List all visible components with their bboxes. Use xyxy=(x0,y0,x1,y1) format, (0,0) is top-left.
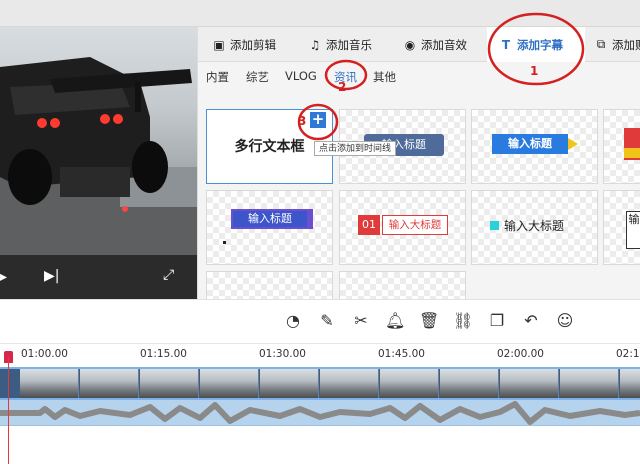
ruler-label: 01:00.00 xyxy=(21,348,68,360)
video-thumbnail xyxy=(20,369,79,398)
ruler-label: 01:45.00 xyxy=(378,348,425,360)
time-ruler[interactable]: 01:00.00 01:15.00 01:30.00 01:45.00 02:0… xyxy=(0,343,640,367)
video-thumbnail xyxy=(80,369,139,398)
video-thumbnail xyxy=(140,369,199,398)
annotation-label-1: 1 xyxy=(530,64,539,78)
video-thumbnail xyxy=(380,369,439,398)
ruler-label: 01:15.00 xyxy=(140,348,187,360)
annotation-label-3: 3 xyxy=(298,114,307,128)
video-thumbnail xyxy=(620,369,640,398)
undo-icon[interactable]: ↶ xyxy=(521,311,541,331)
video-thumbnail xyxy=(500,369,559,398)
video-thumbnail xyxy=(320,369,379,398)
video-track[interactable] xyxy=(0,367,640,400)
video-thumbnail xyxy=(200,369,259,398)
speed-icon[interactable]: ◔ xyxy=(283,311,303,331)
edit-pencil-icon[interactable]: ✎ xyxy=(317,311,337,331)
watermark: 头条@问答 xyxy=(506,434,576,450)
video-thumbnail xyxy=(560,369,619,398)
ruler-label: 01:30.00 xyxy=(259,348,306,360)
video-thumbnail xyxy=(440,369,499,398)
ruler-label: 02:00.00 xyxy=(497,348,544,360)
cut-scissors-icon[interactable]: ✂ xyxy=(351,311,371,331)
audio-waveform xyxy=(0,401,640,425)
ruler-label: 02:15 xyxy=(616,348,640,360)
emoji-icon[interactable]: ☺ xyxy=(555,311,575,331)
audio-track[interactable] xyxy=(0,400,640,426)
copy-icon[interactable]: ❐ xyxy=(487,311,507,331)
video-thumbnail xyxy=(260,369,319,398)
playhead-line xyxy=(8,357,9,464)
annotation-label-2: 2 xyxy=(338,80,347,94)
detach-icon[interactable]: ⛓ xyxy=(453,311,473,331)
timeline-toolbar: ◔ ✎ ✂ 🔔︎ 🗑︎ ⛓ ❐ ↶ ☺ xyxy=(0,299,640,343)
delete-trash-icon[interactable]: 🗑︎ xyxy=(419,311,439,331)
bell-icon[interactable]: 🔔︎ xyxy=(385,311,405,331)
